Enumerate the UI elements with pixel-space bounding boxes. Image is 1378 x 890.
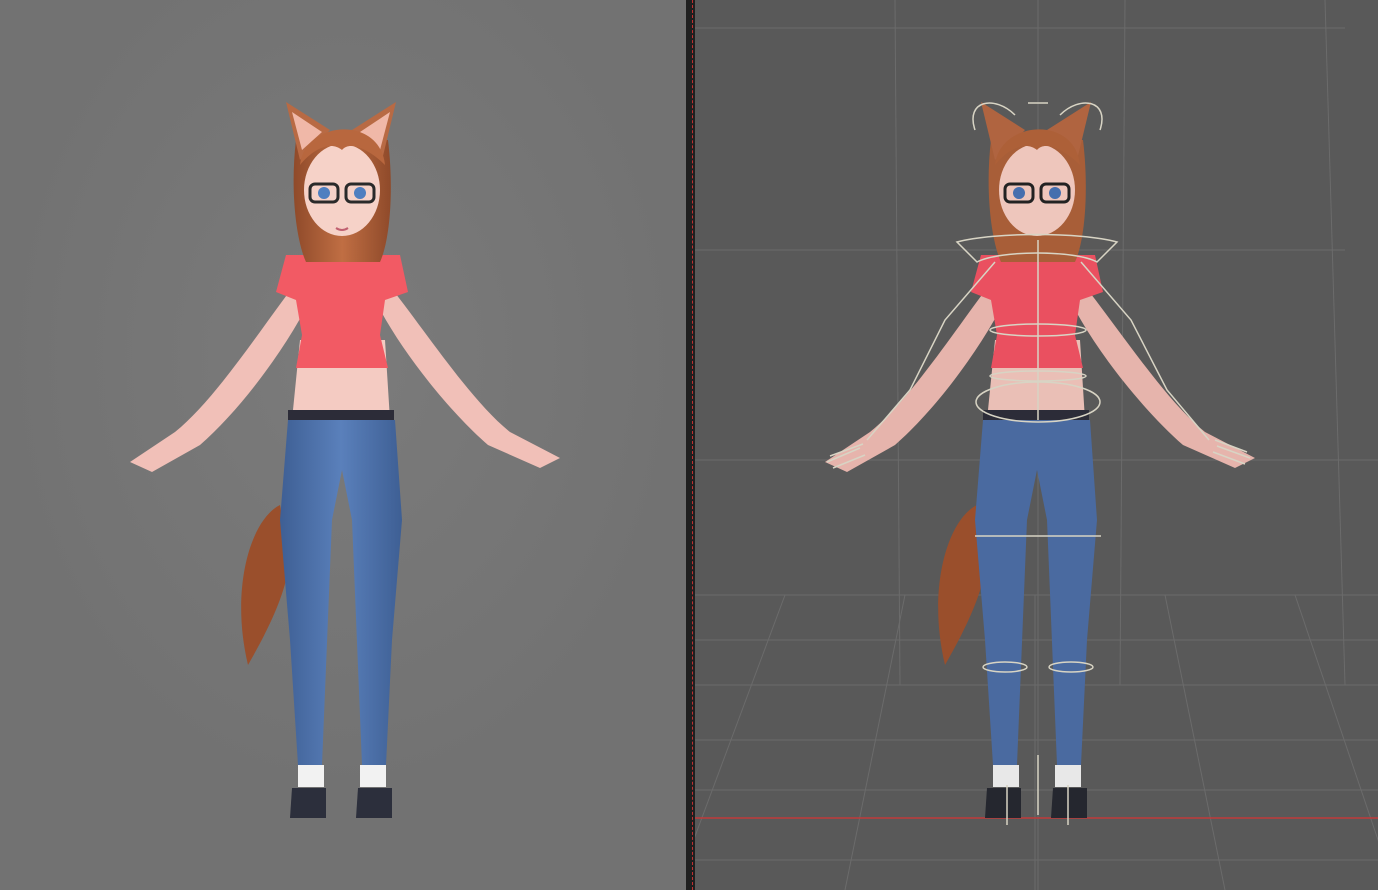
right-shoe (356, 788, 392, 818)
3d-viewport-panel[interactable] (695, 0, 1378, 890)
render-canvas[interactable] (0, 0, 686, 890)
left-shoe (290, 788, 326, 818)
viewport-divider[interactable] (686, 0, 695, 890)
face (304, 144, 380, 236)
viewport-canvas[interactable] (695, 0, 1378, 890)
divider-guide-line (692, 0, 693, 890)
render-preview-panel[interactable] (0, 0, 686, 890)
